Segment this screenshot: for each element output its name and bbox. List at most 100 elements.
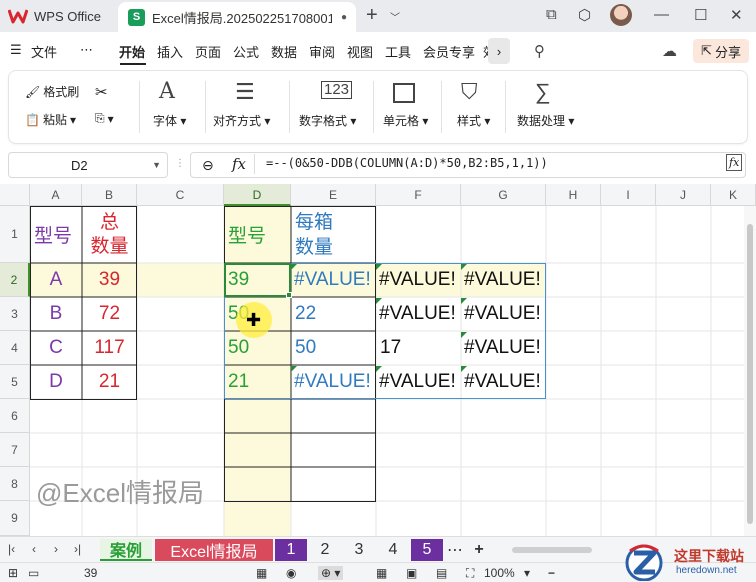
column-header-d[interactable]: D	[224, 184, 291, 206]
menu-view[interactable]: 视图	[347, 42, 373, 61]
cell-b4[interactable]: 117	[82, 331, 137, 365]
column-header-g[interactable]: G	[461, 184, 546, 206]
row-header-6[interactable]: 6	[0, 399, 30, 433]
cell-g4[interactable]: #VALUE!	[461, 331, 546, 365]
new-tab-icon[interactable]: +	[366, 4, 378, 27]
error-indicator-icon[interactable]	[376, 366, 382, 372]
select-all-corner[interactable]	[0, 184, 30, 206]
menu-tools[interactable]: 工具	[385, 42, 411, 61]
row-header-2[interactable]: 2	[0, 263, 30, 297]
menu-insert[interactable]: 插入	[157, 42, 183, 61]
cell-g2[interactable]: #VALUE!	[461, 263, 546, 297]
menu-review[interactable]: 审阅	[309, 42, 335, 61]
search-icon[interactable]: ⚲	[534, 42, 545, 60]
cell-g5[interactable]: #VALUE!	[461, 365, 546, 399]
sheet-tab-3[interactable]: 3	[343, 539, 375, 561]
data-process-group[interactable]: ∑ 数据处理 ▾	[509, 71, 589, 143]
cell-d1[interactable]: 型号	[224, 206, 291, 263]
number-format-group[interactable]: 123 数字格式 ▾	[293, 71, 373, 143]
cell-a1[interactable]: 型号	[30, 206, 82, 263]
horizontal-scroll-thumb[interactable]	[512, 547, 592, 553]
menu-page[interactable]: 页面	[195, 42, 221, 61]
cube-icon[interactable]: ⬡	[578, 6, 591, 24]
error-indicator-icon[interactable]	[461, 332, 467, 338]
cell-b1[interactable]: 总 数量	[82, 206, 137, 263]
more-sheets-icon[interactable]: ⋯	[445, 539, 465, 561]
last-sheet-icon[interactable]: ›|	[74, 542, 81, 556]
window-tile-icon[interactable]: ⧉	[546, 6, 557, 23]
macro-icon[interactable]: ⊞	[8, 566, 18, 580]
document-tab[interactable]: S Excel情报局.2025022517080013 ●	[118, 2, 356, 32]
page-break-icon[interactable]: ▤	[436, 566, 447, 580]
share-button[interactable]: ⇱ 分享	[693, 39, 749, 63]
row-header-4[interactable]: 4	[0, 331, 30, 365]
row-header-1[interactable]: 1	[0, 206, 30, 263]
menu-file[interactable]: 文件	[31, 42, 57, 61]
align-group[interactable]: ☰ 对齐方式 ▾	[209, 71, 289, 143]
style-group[interactable]: ⛉ 样式 ▾	[445, 71, 505, 143]
zoom-out-icon[interactable]: −	[548, 566, 555, 580]
cell-g3[interactable]: #VALUE!	[461, 297, 546, 331]
cell-f4[interactable]: 17	[376, 331, 461, 365]
format-painter-button[interactable]: 🖌 格式刷	[25, 83, 79, 100]
row-header-7[interactable]: 7	[0, 433, 30, 467]
cell-e3[interactable]: 22	[291, 297, 376, 331]
column-header-i[interactable]: I	[601, 184, 656, 206]
menu-member[interactable]: 会员专享	[423, 42, 475, 61]
avatar[interactable]	[610, 4, 632, 26]
cell-b2[interactable]: 39	[82, 263, 137, 297]
column-header-a[interactable]: A	[30, 184, 82, 206]
column-header-b[interactable]: B	[82, 184, 137, 206]
resize-handle-icon[interactable]: ⋮	[175, 158, 185, 169]
error-indicator-icon[interactable]	[376, 298, 382, 304]
error-indicator-icon[interactable]	[461, 366, 467, 372]
row-header-9[interactable]: 9	[0, 501, 30, 536]
sheet-tab-1[interactable]: 1	[275, 539, 307, 561]
status-doc-icon[interactable]: ▭	[28, 566, 39, 580]
column-header-e[interactable]: E	[291, 184, 376, 206]
cell-e4[interactable]: 50	[291, 331, 376, 365]
error-indicator-icon[interactable]	[461, 298, 467, 304]
fill-handle[interactable]	[286, 292, 292, 298]
cut-icon[interactable]: ✂	[95, 83, 108, 101]
font-group[interactable]: A 字体 ▾	[145, 71, 205, 143]
error-indicator-icon[interactable]	[376, 264, 382, 270]
cell-e5[interactable]: #VALUE!	[291, 365, 376, 399]
fx-icon[interactable]: fx	[232, 155, 246, 173]
menu-data[interactable]: 数据	[271, 42, 297, 61]
paste-button[interactable]: 📋 粘贴 ▾	[25, 111, 76, 128]
column-header-j[interactable]: J	[656, 184, 711, 206]
cell-a5[interactable]: D	[30, 365, 82, 399]
sheet-tab-excel-info[interactable]: Excel情报局	[155, 539, 273, 561]
cell-a2[interactable]: A	[30, 263, 82, 297]
first-sheet-icon[interactable]: |‹	[8, 542, 15, 556]
error-indicator-icon[interactable]	[291, 366, 297, 372]
error-indicator-icon[interactable]	[291, 264, 297, 270]
fullscreen-icon[interactable]: ⛶	[466, 566, 474, 581]
eye-protect-icon[interactable]: ◉	[286, 566, 296, 580]
close-icon[interactable]: ✕	[730, 6, 743, 24]
view-mode-icon[interactable]: ⊕ ▾	[318, 566, 344, 580]
page-layout-icon[interactable]: ▣	[406, 566, 417, 580]
wps-home-tab[interactable]: WPS Office	[7, 5, 101, 27]
cell-b3[interactable]: 72	[82, 297, 137, 331]
error-indicator-icon[interactable]	[461, 264, 467, 270]
hamburger-icon[interactable]: ☰	[10, 42, 22, 58]
cell-e2[interactable]: #VALUE!	[291, 263, 376, 297]
column-header-h[interactable]: H	[546, 184, 601, 206]
copy-button[interactable]: ⎘ ▾	[95, 111, 114, 126]
cloud-icon[interactable]: ☁	[662, 42, 677, 60]
zoom-level[interactable]: 100%	[484, 566, 515, 580]
cell-d5[interactable]: 21	[224, 365, 291, 399]
menu-scroll-right-button[interactable]: ›	[488, 38, 510, 64]
zoom-search-icon[interactable]: ⊖	[202, 157, 214, 174]
vertical-scroll-thumb[interactable]	[747, 224, 753, 524]
column-header-k[interactable]: K	[711, 184, 756, 206]
cell-a4[interactable]: C	[30, 331, 82, 365]
row-header-3[interactable]: 3	[0, 297, 30, 331]
cell-a3[interactable]: B	[30, 297, 82, 331]
cell-group[interactable]: 单元格 ▾	[377, 71, 437, 143]
column-header-c[interactable]: C	[137, 184, 224, 206]
sheet-tab-5[interactable]: 5	[411, 539, 443, 561]
next-sheet-icon[interactable]: ›	[54, 542, 58, 556]
